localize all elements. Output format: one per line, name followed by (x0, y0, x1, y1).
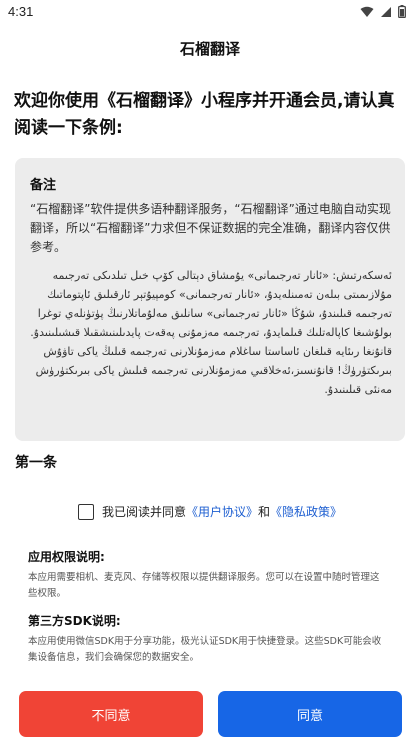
sdk-title: 第三方SDK说明: (28, 614, 121, 628)
welcome-heading: 欢迎你使用《石榴翻译》小程序并开通会员,请认真阅读一下条例: (14, 91, 395, 138)
article-title: 第一条 (15, 455, 57, 471)
agreement-row: 我已阅读并同意 《用户协议》 和 《隐私政策》 (0, 503, 420, 520)
signal-icon (380, 6, 392, 18)
notice-text-uyghur: ئەسكەرتىش: «ئانار تەرجىمانى» يۇمشاق دېتا… (30, 269, 392, 396)
notice-text-chinese: “石榴翻译”软件提供多语种翻译服务，“石榴翻译”通过电脑自动实现翻译，所以“石榴… (30, 202, 391, 254)
permissions-text: 本应用需要相机、麦克风、存储等权限以提供翻译服务。您可以在设置中随时管理这些权限… (28, 572, 380, 599)
status-bar: 4:31 (0, 0, 420, 24)
sdk-section: 第三方SDK说明: 本应用使用微信SDK用于分享功能，极光认证SDK用于快捷登录… (28, 612, 388, 666)
agree-and: 和 (258, 505, 271, 519)
privacy-policy-link[interactable]: 《隐私政策》 (270, 503, 342, 520)
disagree-button[interactable]: 不同意 (19, 691, 203, 737)
agree-button[interactable]: 同意 (218, 691, 402, 737)
page-title: 石榴翻译 (179, 40, 240, 58)
scroll-fade (0, 474, 420, 492)
battery-icon (398, 5, 406, 18)
notice-box[interactable]: 备注 “石榴翻译”软件提供多语种翻译服务，“石榴翻译”通过电脑自动实现翻译，所以… (15, 158, 405, 441)
agree-prefix: 我已阅读并同意 (101, 505, 186, 519)
agree-checkbox[interactable] (77, 503, 94, 520)
status-time: 4:31 (8, 4, 34, 19)
wifi-icon (360, 6, 374, 18)
sdk-text: 本应用使用微信SDK用于分享功能，极光认证SDK用于快捷登录。这些SDK可能会收… (28, 636, 382, 663)
permissions-title: 应用权限说明: (28, 550, 105, 564)
status-icons (360, 5, 406, 18)
user-agreement-link[interactable]: 《用户协议》 (186, 503, 258, 520)
notice-heading: 备注 (30, 178, 57, 193)
permissions-section: 应用权限说明: 本应用需要相机、麦克风、存储等权限以提供翻译服务。您可以在设置中… (28, 548, 388, 602)
